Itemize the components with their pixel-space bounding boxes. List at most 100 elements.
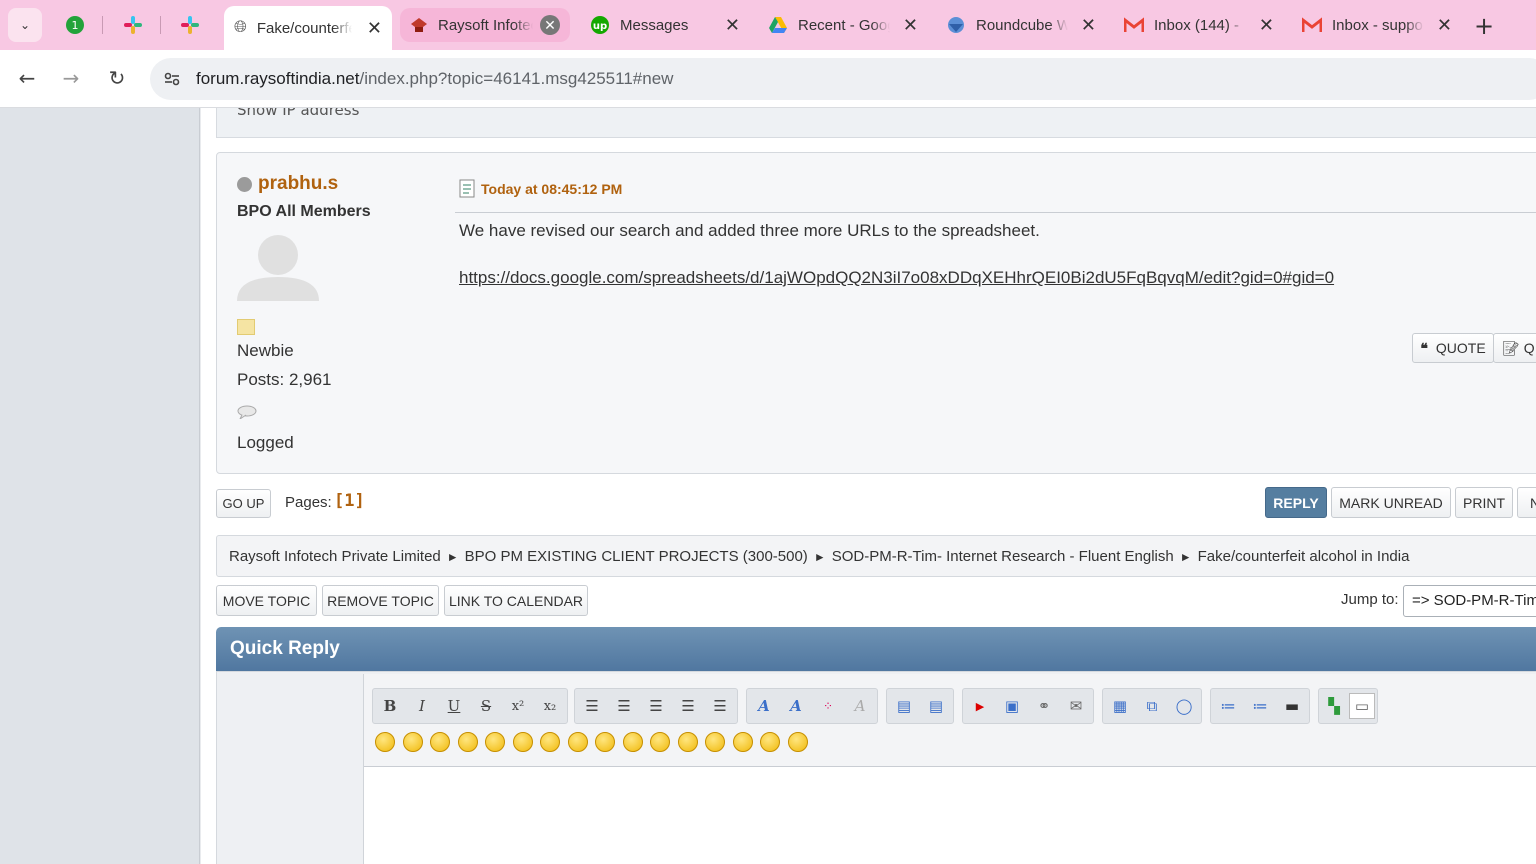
forward-button[interactable]: → <box>58 66 84 90</box>
align-center-icon[interactable]: ☰ <box>643 693 669 719</box>
quote-bubble-icon[interactable]: ◯ <box>1171 693 1197 719</box>
close-tab-icon[interactable]: ✕ <box>1259 15 1274 36</box>
bold-button[interactable]: B <box>377 693 403 719</box>
smiley-icon[interactable] <box>787 732 808 752</box>
back-button[interactable]: ← <box>14 66 40 90</box>
reload-button[interactable]: ↻ <box>104 66 130 90</box>
jump-to-select[interactable]: => SOD-PM-R-Tim <box>1403 585 1536 617</box>
quick-edit-button[interactable]: 📝︎ Q <box>1493 333 1536 363</box>
close-tab-icon[interactable]: ✕ <box>1437 15 1452 36</box>
chat-bubble-icon[interactable] <box>237 405 257 419</box>
subscript-button[interactable]: x₂ <box>537 693 563 719</box>
remove-topic-button[interactable]: REMOVE TOPIC <box>322 585 439 616</box>
bulleted-list-icon[interactable]: ≔ <box>1215 693 1241 719</box>
reply-button[interactable]: REPLY <box>1265 487 1327 518</box>
google-drive-icon <box>769 17 787 33</box>
insert-image-icon[interactable]: ▣ <box>999 693 1025 719</box>
go-up-button[interactable]: GO UP <box>216 489 271 518</box>
align-left-icon[interactable]: ☰ <box>579 693 605 719</box>
breadcrumb-item-category[interactable]: BPO PM EXISTING CLIENT PROJECTS (300-500… <box>465 548 808 565</box>
main-content: Show IP address prabhu.s BPO All Members… <box>201 108 1536 864</box>
smiley-icon[interactable] <box>732 732 753 752</box>
tab-roundcube[interactable]: Roundcube Webmail ✕ <box>936 6 1106 44</box>
spreadsheet-link[interactable]: https://docs.google.com/spreadsheets/d/1… <box>459 268 1334 288</box>
numbered-list-icon[interactable]: ≔ <box>1247 693 1273 719</box>
smiley-icon[interactable] <box>622 732 643 752</box>
move-topic-button[interactable]: MOVE TOPIC <box>216 585 317 616</box>
smiley-icon[interactable] <box>540 732 560 752</box>
quick-reply-body: B I U S x² x₂ ☰ ☰ ☰ ☰ ☰ A A ⁘ A ▤ ▤ ▶ ▣ … <box>216 671 1536 864</box>
tab-gmail-1[interactable]: Inbox (144) - ✕ <box>1114 6 1284 44</box>
smiley-icon[interactable] <box>375 732 395 752</box>
font-size-icon[interactable]: A <box>783 693 809 719</box>
tab-active[interactable]: 🌐︎ Fake/counterfeit alcohol in India ✕ <box>224 6 392 50</box>
insert-table-icon[interactable]: ▦ <box>1107 693 1133 719</box>
close-tab-icon[interactable]: ✕ <box>903 15 918 36</box>
quote-icon: ❝ <box>1420 339 1428 356</box>
align-right-icon[interactable]: ☰ <box>675 693 701 719</box>
mark-unread-button[interactable]: MARK UNREAD <box>1331 487 1451 518</box>
notify-button[interactable]: N <box>1517 487 1536 518</box>
source-mode-icon[interactable]: ▚ <box>1321 693 1347 719</box>
tab-raysoft[interactable]: Raysoft Infotech ✕ <box>400 8 570 42</box>
smiley-icon[interactable] <box>430 732 450 752</box>
breadcrumb-item-home[interactable]: Raysoft Infotech Private Limited <box>229 548 441 565</box>
pinned-tab-slack-2[interactable] <box>175 10 205 40</box>
raysoft-logo-icon <box>411 18 427 32</box>
post-timestamp[interactable]: Today at 08:45:12 PM <box>481 181 622 197</box>
float-left-icon[interactable]: ▤ <box>891 693 917 719</box>
smiley-icon[interactable] <box>512 732 533 752</box>
wysiwyg-mode-icon[interactable]: ▭ <box>1349 693 1375 719</box>
site-settings-icon[interactable] <box>162 69 182 89</box>
link-to-calendar-button[interactable]: LINK TO CALENDAR <box>444 585 588 616</box>
quick-reply-header[interactable]: Quick Reply <box>216 627 1536 671</box>
pinned-tab-notification[interactable]: 1 <box>60 10 90 40</box>
close-tab-icon[interactable]: ✕ <box>540 15 560 35</box>
pages-current[interactable]: [1] <box>334 491 365 511</box>
poster-username[interactable]: prabhu.s <box>258 173 338 194</box>
breadcrumb-item-board[interactable]: SOD-PM-R-Tim- Internet Research - Fluent… <box>832 548 1174 565</box>
youtube-icon[interactable]: ▶ <box>967 693 993 719</box>
underline-button[interactable]: U <box>441 693 467 719</box>
insert-link-icon[interactable]: ⚭ <box>1031 693 1057 719</box>
font-face-icon[interactable]: A <box>751 693 777 719</box>
close-tab-icon[interactable]: ✕ <box>1081 15 1096 36</box>
quick-reply-title: Quick Reply <box>230 638 340 659</box>
pinned-tab-slack-1[interactable] <box>118 10 148 40</box>
strikethrough-button[interactable]: S <box>473 693 499 719</box>
justify-icon[interactable]: ☰ <box>707 693 733 719</box>
smiley-icon[interactable] <box>485 732 505 752</box>
smiley-icon[interactable] <box>677 732 698 752</box>
tab-title: Inbox (144) - <box>1154 16 1240 34</box>
address-bar[interactable]: forum.raysoftindia.net/index.php?topic=4… <box>150 58 1536 100</box>
close-tab-icon[interactable]: ✕ <box>367 18 382 39</box>
smiley-icon[interactable] <box>567 732 588 752</box>
breadcrumb-item-topic[interactable]: Fake/counterfeit alcohol in India <box>1198 548 1410 565</box>
smiley-icon[interactable] <box>457 732 478 752</box>
tab-drive[interactable]: Recent - Google Drive ✕ <box>758 6 928 44</box>
horizontal-rule-icon[interactable]: ▬ <box>1279 693 1305 719</box>
align-center-icon[interactable]: ☰ <box>611 693 637 719</box>
smiley-icon[interactable] <box>595 732 615 752</box>
tab-search-chevron-icon[interactable]: ⌄ <box>8 8 42 42</box>
smiley-icon[interactable] <box>705 732 725 752</box>
code-icon[interactable]: ⧉ <box>1139 693 1165 719</box>
insert-email-icon[interactable]: ✉ <box>1063 693 1089 719</box>
tab-gmail-2[interactable]: Inbox - support ✕ <box>1292 6 1462 44</box>
default-avatar-icon <box>237 235 319 301</box>
new-tab-button[interactable]: + <box>1474 12 1494 40</box>
superscript-button[interactable]: x² <box>505 693 531 719</box>
smiley-icon[interactable] <box>760 732 780 752</box>
color-palette-icon[interactable]: ⁘ <box>815 693 841 719</box>
smiley-icon[interactable] <box>402 732 423 752</box>
clear-format-icon[interactable]: A <box>847 693 873 719</box>
float-right-icon[interactable]: ▤ <box>923 693 949 719</box>
tab-messages[interactable]: up Messages ✕ <box>580 6 750 44</box>
quote-button[interactable]: ❝ QUOTE <box>1412 333 1494 363</box>
message-textarea[interactable] <box>364 766 1536 864</box>
close-tab-icon[interactable]: ✕ <box>725 15 740 36</box>
smiley-icon[interactable] <box>650 732 670 752</box>
show-ip-link[interactable]: Show IP address <box>237 108 359 119</box>
print-button[interactable]: PRINT <box>1455 487 1513 518</box>
italic-button[interactable]: I <box>409 693 435 719</box>
